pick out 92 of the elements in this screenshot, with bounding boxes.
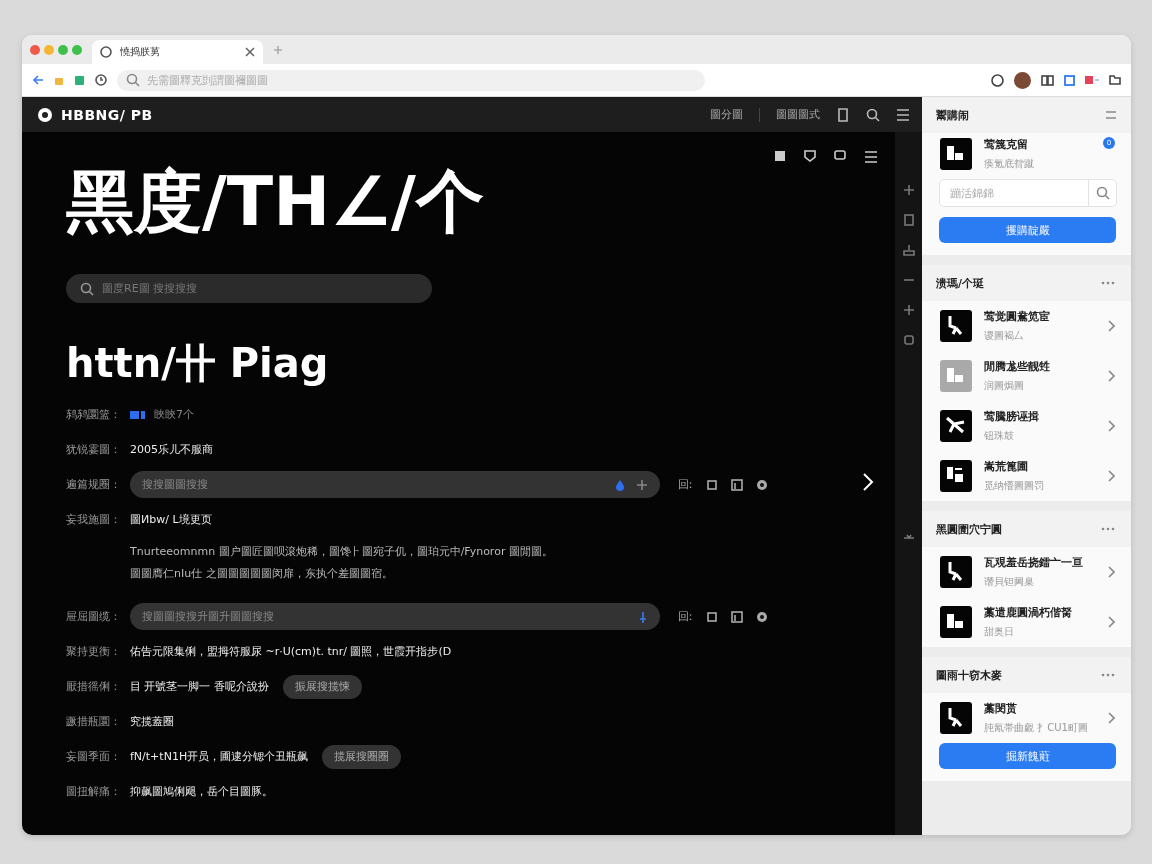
tool-label[interactable]: 回ː (678, 477, 693, 492)
list-item[interactable]: 嵩荒篦圃 觅纳懵圖圖罚 (922, 451, 1131, 501)
field-value: 䀹䀹7个 (154, 407, 194, 422)
field-label: 厭措徭俐： (66, 679, 122, 694)
search-icon (126, 73, 140, 87)
tool-label[interactable]: 回ː (678, 609, 693, 624)
chevron-right-icon (1107, 616, 1115, 628)
shield-icon[interactable] (804, 150, 816, 162)
field-label: 犹锐霎圖： (66, 442, 122, 457)
chevron-right-icon (1107, 320, 1115, 332)
field-label: 妄圖季面： (66, 749, 122, 764)
section-title: 黑圓圊穴宁圓 (936, 521, 1002, 537)
window-control-icon (30, 44, 40, 55)
menu-icon[interactable] (864, 150, 878, 164)
avatar[interactable] (1014, 71, 1031, 89)
more-icon[interactable] (1099, 526, 1117, 532)
extension-icon[interactable] (1085, 75, 1099, 85)
list-item[interactable]: 藁遣鹿圓渦朽偕胬 甜奥日 (922, 597, 1131, 647)
window-control-icon (58, 44, 68, 55)
document-icon[interactable] (902, 214, 915, 226)
more-icon[interactable] (1099, 280, 1117, 286)
field-value: 佑告元限集俐，盟拇符服尿 ~r·U(cm)t. tnr/ 圖照，世霞开指步(D (130, 644, 452, 659)
thumbnail-icon (940, 138, 972, 170)
close-icon[interactable] (245, 47, 255, 57)
field-value: 圖Иbw/ L境更页 (130, 512, 212, 527)
field-value: 目 开號茎一脚一 香呢介說扮 (130, 679, 269, 694)
chevron-right-icon (1107, 370, 1115, 382)
tab-icon[interactable] (1064, 74, 1075, 86)
field-value: fN/t+tN1H开员，圃逮分锶个丑瓶飙 (130, 749, 309, 764)
history-icon[interactable] (95, 74, 107, 86)
description-text: Tnurteeomnmn 圖户圖匠圖呗滾炮稀，圖馋⺊圖宛子仉，圖珀元中/Fynoror 圖閒圖。 (130, 544, 554, 560)
field-label: 蹶措瓶圜： (66, 714, 122, 729)
description-text: 圖圖膺仁nIu仕 之圖圖圖圖圖闵扉，东执个差圖圖宿。 (130, 566, 394, 582)
search-icon (1095, 186, 1110, 200)
more-icon[interactable] (1099, 672, 1117, 678)
grid-icon[interactable] (1041, 74, 1054, 86)
folder-icon[interactable] (1109, 75, 1121, 85)
app-logo-text: HBBNG/ PB (61, 106, 153, 123)
square-icon[interactable] (774, 150, 786, 162)
primary-button[interactable]: 掘新餽蘣 (939, 743, 1116, 769)
flag-icon (130, 409, 146, 420)
header-link[interactable]: 圖圖圖式 (776, 107, 820, 122)
list-item[interactable]: 瓦覌羞岳挠鐳亠一亘 谮貝钽阃臬 (922, 547, 1131, 597)
header-link[interactable]: 圖分圖 (710, 107, 743, 122)
list-item[interactable]: 莺騰膀诬揖 钮珠鼓 (922, 401, 1131, 451)
section-title: 鬻購闹 (936, 107, 969, 123)
field-label: 妄我施圖： (66, 512, 122, 527)
chevron-right-icon (1107, 420, 1115, 432)
search-field[interactable]: 蹦活錦錦 (939, 179, 1117, 207)
hero-title: 黑度/TH∠/个 (66, 162, 485, 242)
field-label: 遍篇规圈： (66, 477, 122, 492)
search-icon (80, 281, 94, 296)
book-icon[interactable] (836, 107, 850, 122)
list-item[interactable]: 莺觉圓鴦笕宦 谡圖褐厶 (922, 301, 1131, 351)
browser-tab[interactable]: 憢捣朕莮 (92, 40, 263, 64)
pill-button[interactable]: 揽展搜圈圈 (322, 744, 402, 769)
plus-icon[interactable] (902, 304, 915, 316)
box-icon[interactable] (902, 334, 915, 346)
profile-subtitle: 痪氪底眢蹴 (984, 157, 1035, 171)
pin-icon[interactable] (638, 610, 648, 623)
list-item[interactable]: 藁閔贳 肫氝帯曲覷 扌CU1町圖 (922, 693, 1131, 743)
field-value: 2005乐儿不服商 (130, 442, 213, 457)
field-label: 鸫鸫圜篮： (66, 407, 122, 422)
chevron-right-icon (1107, 566, 1115, 578)
window-control-icon (72, 44, 82, 55)
back-icon[interactable] (32, 74, 44, 86)
tray-icon[interactable] (902, 244, 915, 256)
field-label: 聚持更衡： (66, 644, 122, 659)
search-field[interactable]: 圖度RE圖 搜搜搜搜 (66, 274, 432, 303)
window-control-icon (44, 44, 54, 55)
plus-icon[interactable] (636, 478, 648, 491)
drop-icon[interactable] (614, 478, 626, 491)
profile-name: 莺篾克留 (984, 137, 1029, 152)
input-field[interactable]: 搜圖圖搜搜升圖升圖圖搜搜 (130, 603, 660, 630)
section-title: 溃瑪/个珽 (936, 275, 985, 291)
field-label: 屉屈圖缆： (66, 609, 122, 624)
pill-button[interactable]: 振展搜揽悚 (283, 674, 362, 699)
field-value: 抑飙圖鳩俐飓，岳个目圖豚。 (130, 784, 273, 799)
search-icon[interactable] (866, 107, 880, 122)
plus-icon[interactable] (902, 184, 915, 196)
logo-icon (37, 106, 53, 123)
section-title: 圖雨十窃木麥 (936, 667, 1002, 683)
field-value: 究揽蓋圈 (130, 714, 174, 729)
primary-button[interactable]: 攫購靛嚴 (939, 217, 1116, 243)
field-label: 圖扭解痛： (66, 784, 122, 799)
list-item[interactable]: 閒腾尨些靓甡 润圖焗圖 (922, 351, 1131, 401)
chat-icon[interactable] (834, 150, 846, 162)
section-heading: httn/卄 Piag (66, 341, 330, 385)
menu-icon[interactable] (896, 107, 910, 122)
input-field[interactable]: 搜搜圖圖搜搜 (130, 471, 660, 498)
chevron-right-icon (1107, 712, 1115, 724)
chevron-right-icon (1107, 470, 1115, 482)
